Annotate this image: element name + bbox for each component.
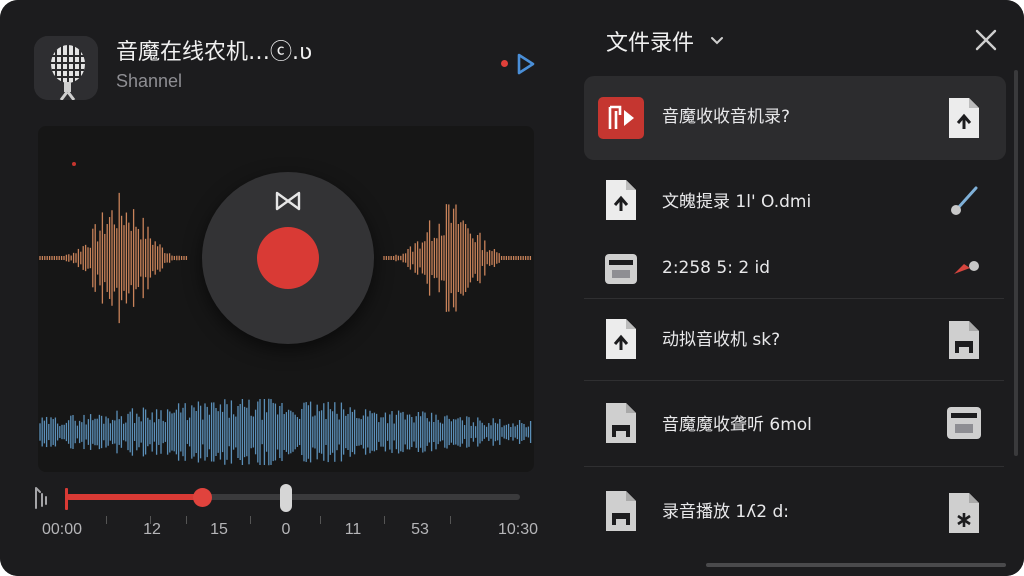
- timeline-tick: [384, 516, 385, 524]
- tape-file-icon: [604, 401, 638, 443]
- file-list-item[interactable]: 动拟音收机 sk?: [584, 299, 1006, 379]
- tape-icon[interactable]: [946, 405, 982, 445]
- tape-file-icon: [604, 489, 638, 531]
- timeline-label: 12: [143, 521, 161, 538]
- timeline-label: 15: [210, 521, 228, 538]
- microphone-icon: [34, 36, 98, 100]
- close-icon[interactable]: [974, 28, 998, 52]
- live-indicator-icon: [501, 60, 508, 67]
- file-name: 录音播放 1ʎ2 d:: [662, 502, 790, 522]
- timeline-marker-handle[interactable]: [280, 484, 292, 512]
- timeline-label: 0: [281, 521, 291, 538]
- tape-icon: [604, 252, 638, 286]
- brush-icon[interactable]: [946, 250, 982, 290]
- file-name: 音魔魔收聋听 6mol: [662, 415, 812, 435]
- timeline-progress: [66, 494, 203, 500]
- timeline-playhead[interactable]: [192, 488, 212, 507]
- timeline-label: 11: [344, 521, 362, 538]
- file-list-item[interactable]: 2:258 5: 2 id: [584, 240, 1006, 298]
- scrub-handle-icon[interactable]: [32, 486, 50, 510]
- timeline-tick: [450, 516, 451, 524]
- recorder-window: 音魔在线农机…ⓒ.ʋ Shannel 00:00 12 15 0 11 53 1…: [0, 0, 1024, 576]
- app-subtitle: Shannel: [116, 71, 183, 91]
- timeline-tick: [250, 516, 251, 524]
- upload-file-icon[interactable]: [946, 96, 982, 138]
- upload-file-icon: [604, 317, 638, 359]
- play-outline-icon[interactable]: [515, 52, 537, 76]
- timeline-tick: [106, 516, 107, 524]
- file-name: 文魄提录 1l' O.dmi: [662, 192, 812, 212]
- record-button[interactable]: [257, 227, 319, 289]
- file-name: 音魔收收音机录?: [662, 107, 791, 127]
- timeline-tick: [186, 516, 187, 524]
- timeline-label: 53: [411, 521, 429, 538]
- chevron-down-icon[interactable]: [709, 32, 725, 45]
- star-file-icon[interactable]: [946, 491, 982, 533]
- timeline-label: 10:30: [497, 521, 539, 538]
- bowtie-icon[interactable]: [274, 190, 302, 212]
- file-name: 2:258 5: 2 id: [662, 258, 771, 278]
- file-name: 动拟音收机 sk?: [662, 330, 781, 350]
- panel-title-dropdown[interactable]: 文件录件: [606, 25, 694, 57]
- horizontal-scrollbar[interactable]: [706, 563, 1006, 567]
- file-list-item[interactable]: 文魄提录 1l' O.dmi: [584, 160, 1006, 240]
- upload-file-icon: [604, 178, 638, 220]
- app-title: 音魔在线农机…ⓒ.ʋ: [116, 40, 313, 65]
- timeline-label: 00:00: [41, 521, 83, 538]
- timeline-start-marker: [65, 488, 68, 510]
- pencil-icon[interactable]: [946, 182, 982, 222]
- file-list-item[interactable]: 音魔魔收聋听 6mol: [584, 381, 1006, 465]
- tape-file-icon[interactable]: [946, 319, 982, 359]
- file-list-item[interactable]: 音魔收收音机录?: [584, 76, 1006, 160]
- file-list-item[interactable]: 录音播放 1ʎ2 d:: [584, 467, 1006, 553]
- vertical-scrollbar[interactable]: [1014, 70, 1018, 456]
- red-media-file-icon: [598, 97, 644, 139]
- timeline-tick: [320, 516, 321, 524]
